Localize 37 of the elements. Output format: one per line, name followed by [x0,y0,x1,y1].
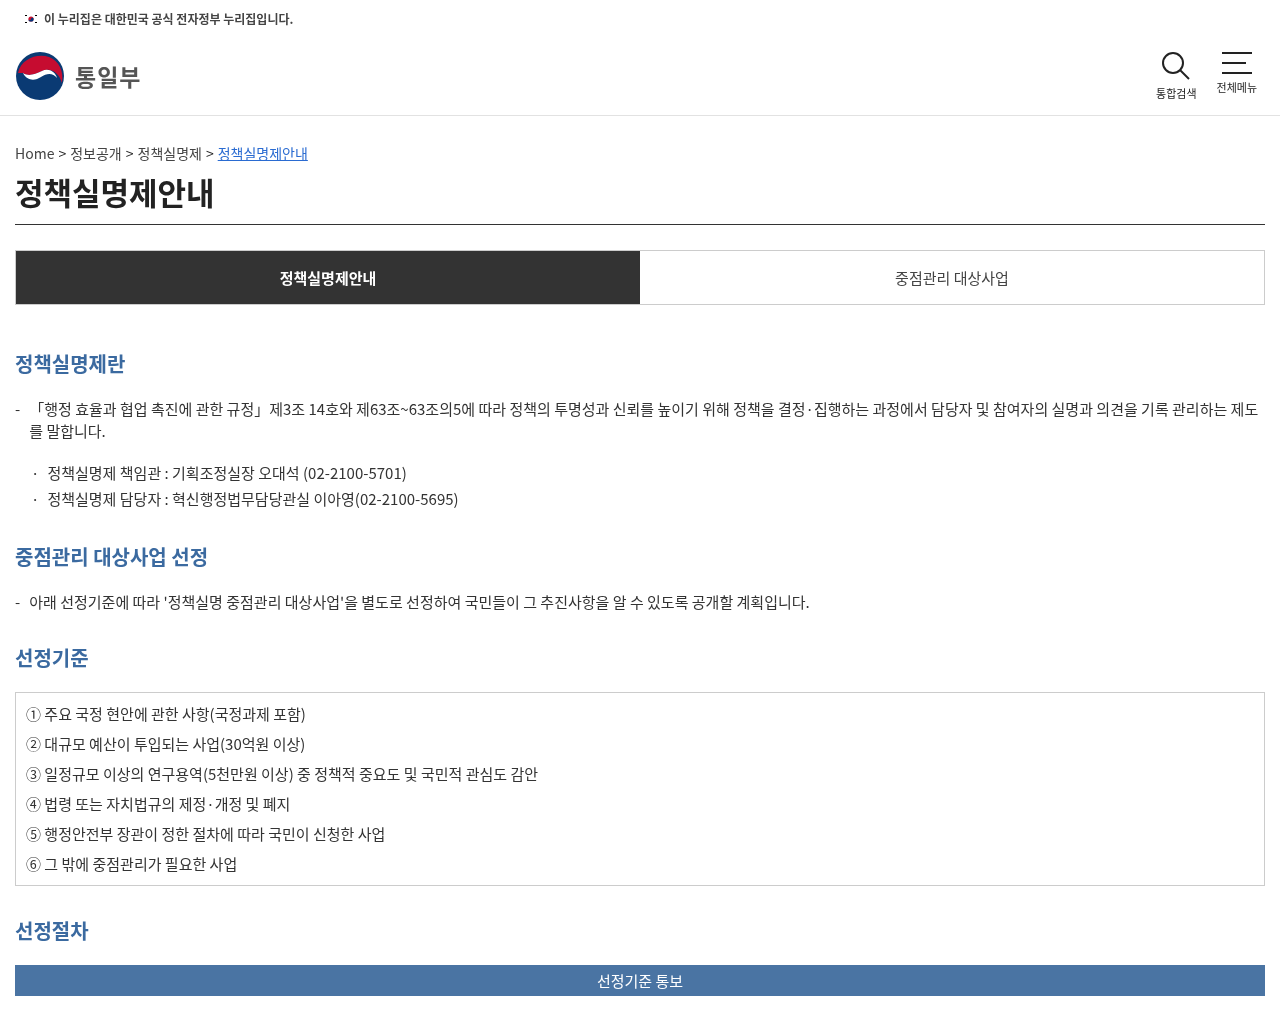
section-heading: 선정기준 [15,643,90,672]
breadcrumb-link[interactable]: 정책실명제안내 [217,143,308,163]
contact-line: 정책실명제 담당자 : 혁신행정법무담당관실 이아영(02-2100-5695) [47,487,459,511]
paragraph: 아래 선정기준에 따라 '정책실명 중점관리 대상사업'을 별도로 선정하여 국민들이 그 추진사항을 알 수 있도록 공개할 계획입니다. [29,591,810,613]
criteria-item: ⑥ 그 밖에 중점관리가 필요한 사업 [26,853,239,875]
emblem-icon [15,51,65,101]
contact-line: 정책실명제 책임관 : 기획조정실장 오대석 (02-2100-5701) [47,461,407,485]
breadcrumb-link[interactable]: 정보공개 [70,143,122,163]
bullet-marker: · [31,487,40,511]
breadcrumb-link[interactable]: Home [15,143,55,163]
flag-icon [24,13,38,24]
step-bar: 선정기준 통보 [15,965,1265,996]
section-heading: 중점관리 대상사업 선정 [15,542,210,571]
criteria-item: ① 주요 국정 현안에 관한 사항(국정과제 포함) [26,703,307,725]
criteria-item: ② 대규모 예산이 투입되는 사업(30억원 이상) [26,733,307,755]
dash-marker: - [15,591,21,613]
menu-icon [1221,51,1252,75]
page-title: 정책실명제안내 [15,169,1265,225]
breadcrumb-separator: > [58,143,67,163]
criteria-item: ④ 법령 또는 자치법규의 제정·개정 및 폐지 [26,793,292,815]
paragraph: 「행정 효율과 협업 촉진에 관한 규정」제3조 14호와 제63조~63조의5에 따라 정책의 투명성과 신뢰를 높이기 위해 정책을 결정·집행하는 과정에서 담당자 및 참여자의 실명과 의견을 기록 관리하는 제도를 말합니다. [29,398,1260,442]
search-button[interactable]: 통합검색 [1156,51,1197,101]
tab[interactable]: 정책실명제안내 [16,251,640,304]
breadcrumb-separator: > [205,143,214,163]
criteria-item: ⑤ 행정안전부 장관이 정한 절차에 따라 국민이 신청한 사업 [26,823,387,845]
breadcrumb-separator: > [125,143,134,163]
logo-text: 통일부 [75,59,142,93]
bullet-marker: · [31,461,40,485]
section-heading: 선정절차 [15,916,90,945]
search-icon [1161,51,1192,81]
ministry-logo[interactable]: 통일부 [15,51,142,101]
menu-button[interactable]: 전체메뉴 [1216,51,1257,101]
criteria-item: ③ 일정규모 이상의 연구용역(5천만원 이상) 중 정책적 중요도 및 국민적 관심도 감안 [26,763,540,785]
gov-notice: 이 누리집은 대한민국 공식 전자정부 누리집입니다. [44,10,294,27]
breadcrumb-link[interactable]: 정책실명제 [137,143,202,163]
dash-marker: - [15,398,21,421]
section-heading: 정책실명제란 [15,349,127,378]
